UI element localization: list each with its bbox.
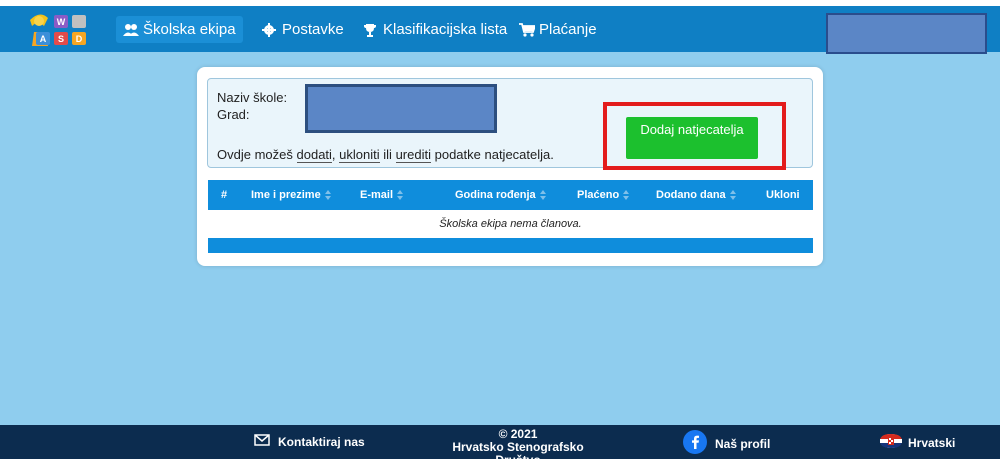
nav-item-klasifikacijska-lista[interactable]: Klasifikacijska lista xyxy=(356,16,514,43)
user-menu-redacted[interactable] xyxy=(826,13,987,54)
cart-icon xyxy=(519,22,537,37)
gear-icon xyxy=(262,22,276,37)
help-suffix: podatke natjecatelja. xyxy=(434,147,554,162)
members-table-header: # Ime i prezime E-mail Godina rođenja Pl… xyxy=(208,180,813,210)
footer: Kontaktiraj nas © 2021 Hrvatsko Stenogra… xyxy=(0,425,1000,459)
help-edit-link[interactable]: urediti xyxy=(395,147,431,163)
language-selector[interactable]: Hrvatski xyxy=(880,434,955,451)
sort-icon xyxy=(324,190,331,200)
help-add-link[interactable]: dodati xyxy=(296,147,332,163)
col-paid[interactable]: Plaćeno xyxy=(577,189,630,201)
language-label: Hrvatski xyxy=(908,435,956,450)
empty-table-message: Školska ekipa nema članova. xyxy=(439,218,582,230)
col-birth-year[interactable]: Godina rođenja xyxy=(455,189,546,201)
col-number: # xyxy=(221,189,228,201)
envelope-icon xyxy=(254,434,270,449)
add-competitor-button[interactable]: Dodaj natjecatelja xyxy=(626,117,758,159)
nav-item-skolska-ekipa[interactable]: Školska ekipa xyxy=(116,16,243,43)
sort-icon xyxy=(397,190,404,200)
help-comma: , xyxy=(331,147,336,162)
school-name-label: Naziv škole: xyxy=(217,90,288,105)
organization-name: Hrvatsko Stenografsko Društvo xyxy=(452,440,584,459)
sort-icon xyxy=(623,190,630,200)
users-icon xyxy=(123,23,139,37)
school-team-card: Naziv škole: Grad: Ovdje možeš dodati, u… xyxy=(197,67,823,266)
logo-letter-s: S xyxy=(58,34,64,44)
col-remove: Ukloni xyxy=(766,189,800,201)
city-label: Grad: xyxy=(217,107,250,122)
croatia-flag-icon xyxy=(880,434,902,451)
facebook-icon xyxy=(683,430,707,457)
help-remove-link[interactable]: ukloniti xyxy=(339,147,380,163)
navbar: W A S D Školska ekipa Postavke Klasifika… xyxy=(0,6,1000,54)
facebook-profile-link[interactable]: Naš profil xyxy=(683,430,770,457)
school-details-redacted xyxy=(305,84,497,133)
logo-letter-d: D xyxy=(76,34,83,44)
col-name[interactable]: Ime i prezime xyxy=(251,189,331,201)
contact-label: Kontaktiraj nas xyxy=(278,434,365,449)
help-text: Ovdje možeš dodati, ukloniti ili urediti… xyxy=(217,147,554,163)
contact-link[interactable]: Kontaktiraj nas xyxy=(254,434,365,449)
help-prefix: Ovdje možeš xyxy=(217,147,293,162)
app-logo[interactable]: W A S D xyxy=(26,12,100,48)
help-or: ili xyxy=(383,147,392,162)
col-added-date[interactable]: Dodano dana xyxy=(656,189,736,201)
nav-item-label: Plaćanje xyxy=(539,21,597,38)
nav-item-label: Postavke xyxy=(282,21,344,38)
nav-item-postavke[interactable]: Postavke xyxy=(255,16,351,43)
logo-letter-a: A xyxy=(40,34,47,44)
col-email[interactable]: E-mail xyxy=(360,189,404,201)
profile-label: Naš profil xyxy=(715,436,771,451)
members-table-footer xyxy=(208,238,813,253)
copyright: © 2021 Hrvatsko Stenografsko Društvo xyxy=(443,428,593,459)
nav-item-label: Školska ekipa xyxy=(143,21,236,38)
sort-icon xyxy=(539,190,546,200)
logo-letter-w: W xyxy=(57,17,66,27)
nav-item-placanje[interactable]: Plaćanje xyxy=(512,16,604,43)
nav-item-label: Klasifikacijska lista xyxy=(383,21,508,38)
trophy-icon xyxy=(363,23,377,37)
sort-icon xyxy=(729,190,736,200)
